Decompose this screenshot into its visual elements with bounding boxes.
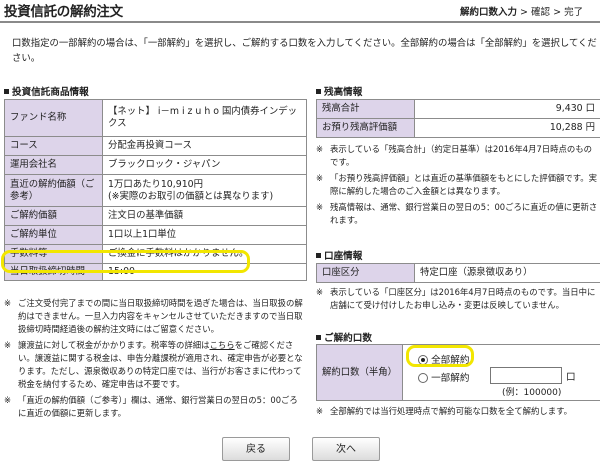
bullet-square-icon: [4, 88, 9, 94]
radio-part[interactable]: 一部解約: [418, 370, 469, 384]
fund-name: 【ネット】 i－m i z u h o 国内債券インデックス: [102, 99, 307, 137]
bullet-square-icon: [316, 88, 321, 94]
row-label: 解約口数（半角）: [316, 344, 403, 401]
note-item: ※ 表示している「口座区分」は2016年4月7日時点のものです。当日中に店舗にて受…: [316, 287, 596, 310]
row-label: 直近の解約価額（ご参考）: [4, 174, 103, 207]
quantity-input[interactable]: [490, 367, 562, 384]
table-row: 残高合計 9,430 口: [316, 99, 600, 119]
radio-unchecked-icon[interactable]: [418, 373, 428, 383]
note-item: ※ 「お預り残高評価額」とは直近の基準価額をもとにした評価額です。実際に解約した場…: [316, 173, 597, 196]
bullet-square-icon: [316, 334, 321, 340]
redeem-section-heading: ご解約口数: [316, 330, 372, 344]
row-label: 運用会社名: [4, 155, 103, 175]
recent-price-note: (※実際のお取引の価額とは異なります): [108, 190, 274, 202]
note-item: ※ 「直近の解約価額（ご参考）」欄は、通常、銀行営業日の翌日の5：00ごろに直近の…: [4, 395, 298, 418]
note-item: ※ 全部解約では当行処理時点で解約可能な口数を全て解約します。: [316, 406, 573, 416]
intro-line: 口数指定の一部解約の場合は、「一部解約」を選択し、ご解約する口数を入力してくださ…: [12, 38, 597, 49]
balance-notes: ※ 表示している「残高合計」（約定日基準）は2016年4月7日時点のものです。 ※…: [316, 143, 600, 227]
product-section-heading: 投資信託商品情報: [4, 84, 89, 98]
radio-all-highlight: [406, 345, 474, 367]
redemption-unit: 1口以上1口単位: [102, 225, 307, 245]
tax-details-link[interactable]: こちら: [210, 340, 235, 350]
account-section-heading: 口座情報: [316, 248, 362, 262]
account-notes: ※ 表示している「口座区分」は2016年4月7日時点のものです。当日中に店舗にて受…: [316, 286, 600, 312]
balance-table: 残高合計 9,430 口 お預り残高評価額 10,288 円: [316, 99, 600, 138]
intro-line: さい。: [12, 53, 41, 64]
recent-price-cell: 1万口あたり10,910円 (※実際のお取引の価額とは異なります): [102, 174, 307, 207]
page-title: 投資信託の解約注文: [4, 4, 123, 20]
step-indicator: 解約口数入力 > 確認 > 完了: [460, 4, 583, 18]
quantity-example: (例：100000): [502, 388, 562, 398]
course-value: 分配金再投資コース: [102, 136, 307, 156]
step-complete: 完了: [564, 7, 584, 18]
bullet-square-icon: [316, 252, 321, 258]
redeem-notes: ※ 全部解約では当行処理時点で解約可能な口数を全て解約します。: [316, 405, 600, 418]
balance-section-heading: 残高情報: [316, 84, 362, 98]
table-row: 口座区分 特定口座（源泉徴収あり）: [316, 263, 600, 283]
unit-label: 口: [566, 372, 576, 383]
table-row: コース 分配金再投資コース: [4, 136, 307, 156]
balance-total: 9,430 口: [414, 99, 600, 119]
note-item: ※ 残高情報は、通常、銀行営業日の翌日の5：00ごろに直近の値に更新されます。: [316, 202, 598, 225]
row-label: ご解約価額: [4, 206, 103, 226]
intro-text: 口数指定の一部解約の場合は、「一部解約」を選択し、ご解約する口数を入力してくださ…: [12, 36, 600, 66]
table-row: お預り残高評価額 10,288 円: [316, 118, 600, 138]
management-company: ブラックロック・ジャパン: [102, 155, 307, 175]
step-current: 解約口数入力: [460, 7, 518, 18]
row-label: ご解約単位: [4, 225, 103, 245]
back-button[interactable]: 戻る: [222, 437, 290, 461]
fee-highlight: [1, 250, 250, 273]
recent-price: 1万口あたり10,910円: [108, 178, 204, 190]
note-item: ※ 表示している「残高合計」（約定日基準）は2016年4月7日時点のものです。: [316, 144, 593, 167]
redemption-price: 注文日の基準価額: [102, 206, 307, 226]
step-separator: >: [520, 7, 529, 18]
row-label: お預り残高評価額: [316, 118, 415, 138]
table-row: 直近の解約価額（ご参考） 1万口あたり10,910円 (※実際のお取引の価額とは…: [4, 174, 307, 207]
row-label: コース: [4, 136, 103, 156]
row-label: 口座区分: [316, 263, 415, 283]
row-label: ファンド名称: [4, 99, 103, 137]
table-row: ご解約単位 1口以上1口単位: [4, 225, 307, 245]
product-notes: ※ ご注文受付完了までの間に当日取扱締切時間を過ぎた場合は、当日取扱の解約はできま…: [4, 297, 306, 420]
step-separator: >: [553, 7, 562, 18]
table-row: ファンド名称 【ネット】 i－m i z u h o 国内債券インデックス: [4, 99, 307, 137]
title-divider: [0, 21, 600, 23]
step-confirm: 確認: [531, 7, 551, 18]
row-label: 残高合計: [316, 99, 415, 119]
note-item: ※ 譲渡益に対して税金がかかります。税率等の詳細はこちらをご確認ください。譲渡益に…: [4, 340, 303, 389]
account-table: 口座区分 特定口座（源泉徴収あり）: [316, 263, 600, 283]
option-part-label[interactable]: 一部解約: [431, 373, 469, 384]
table-row: 運用会社名 ブラックロック・ジャパン: [4, 155, 307, 175]
table-row: ご解約価額 注文日の基準価額: [4, 206, 307, 226]
balance-valuation: 10,288 円: [414, 118, 600, 138]
note-item: ※ ご注文受付完了までの間に当日取扱締切時間を過ぎた場合は、当日取扱の解約はできま…: [4, 298, 303, 334]
account-type: 特定口座（源泉徴収あり）: [414, 263, 600, 283]
next-button[interactable]: 次へ: [312, 437, 380, 461]
